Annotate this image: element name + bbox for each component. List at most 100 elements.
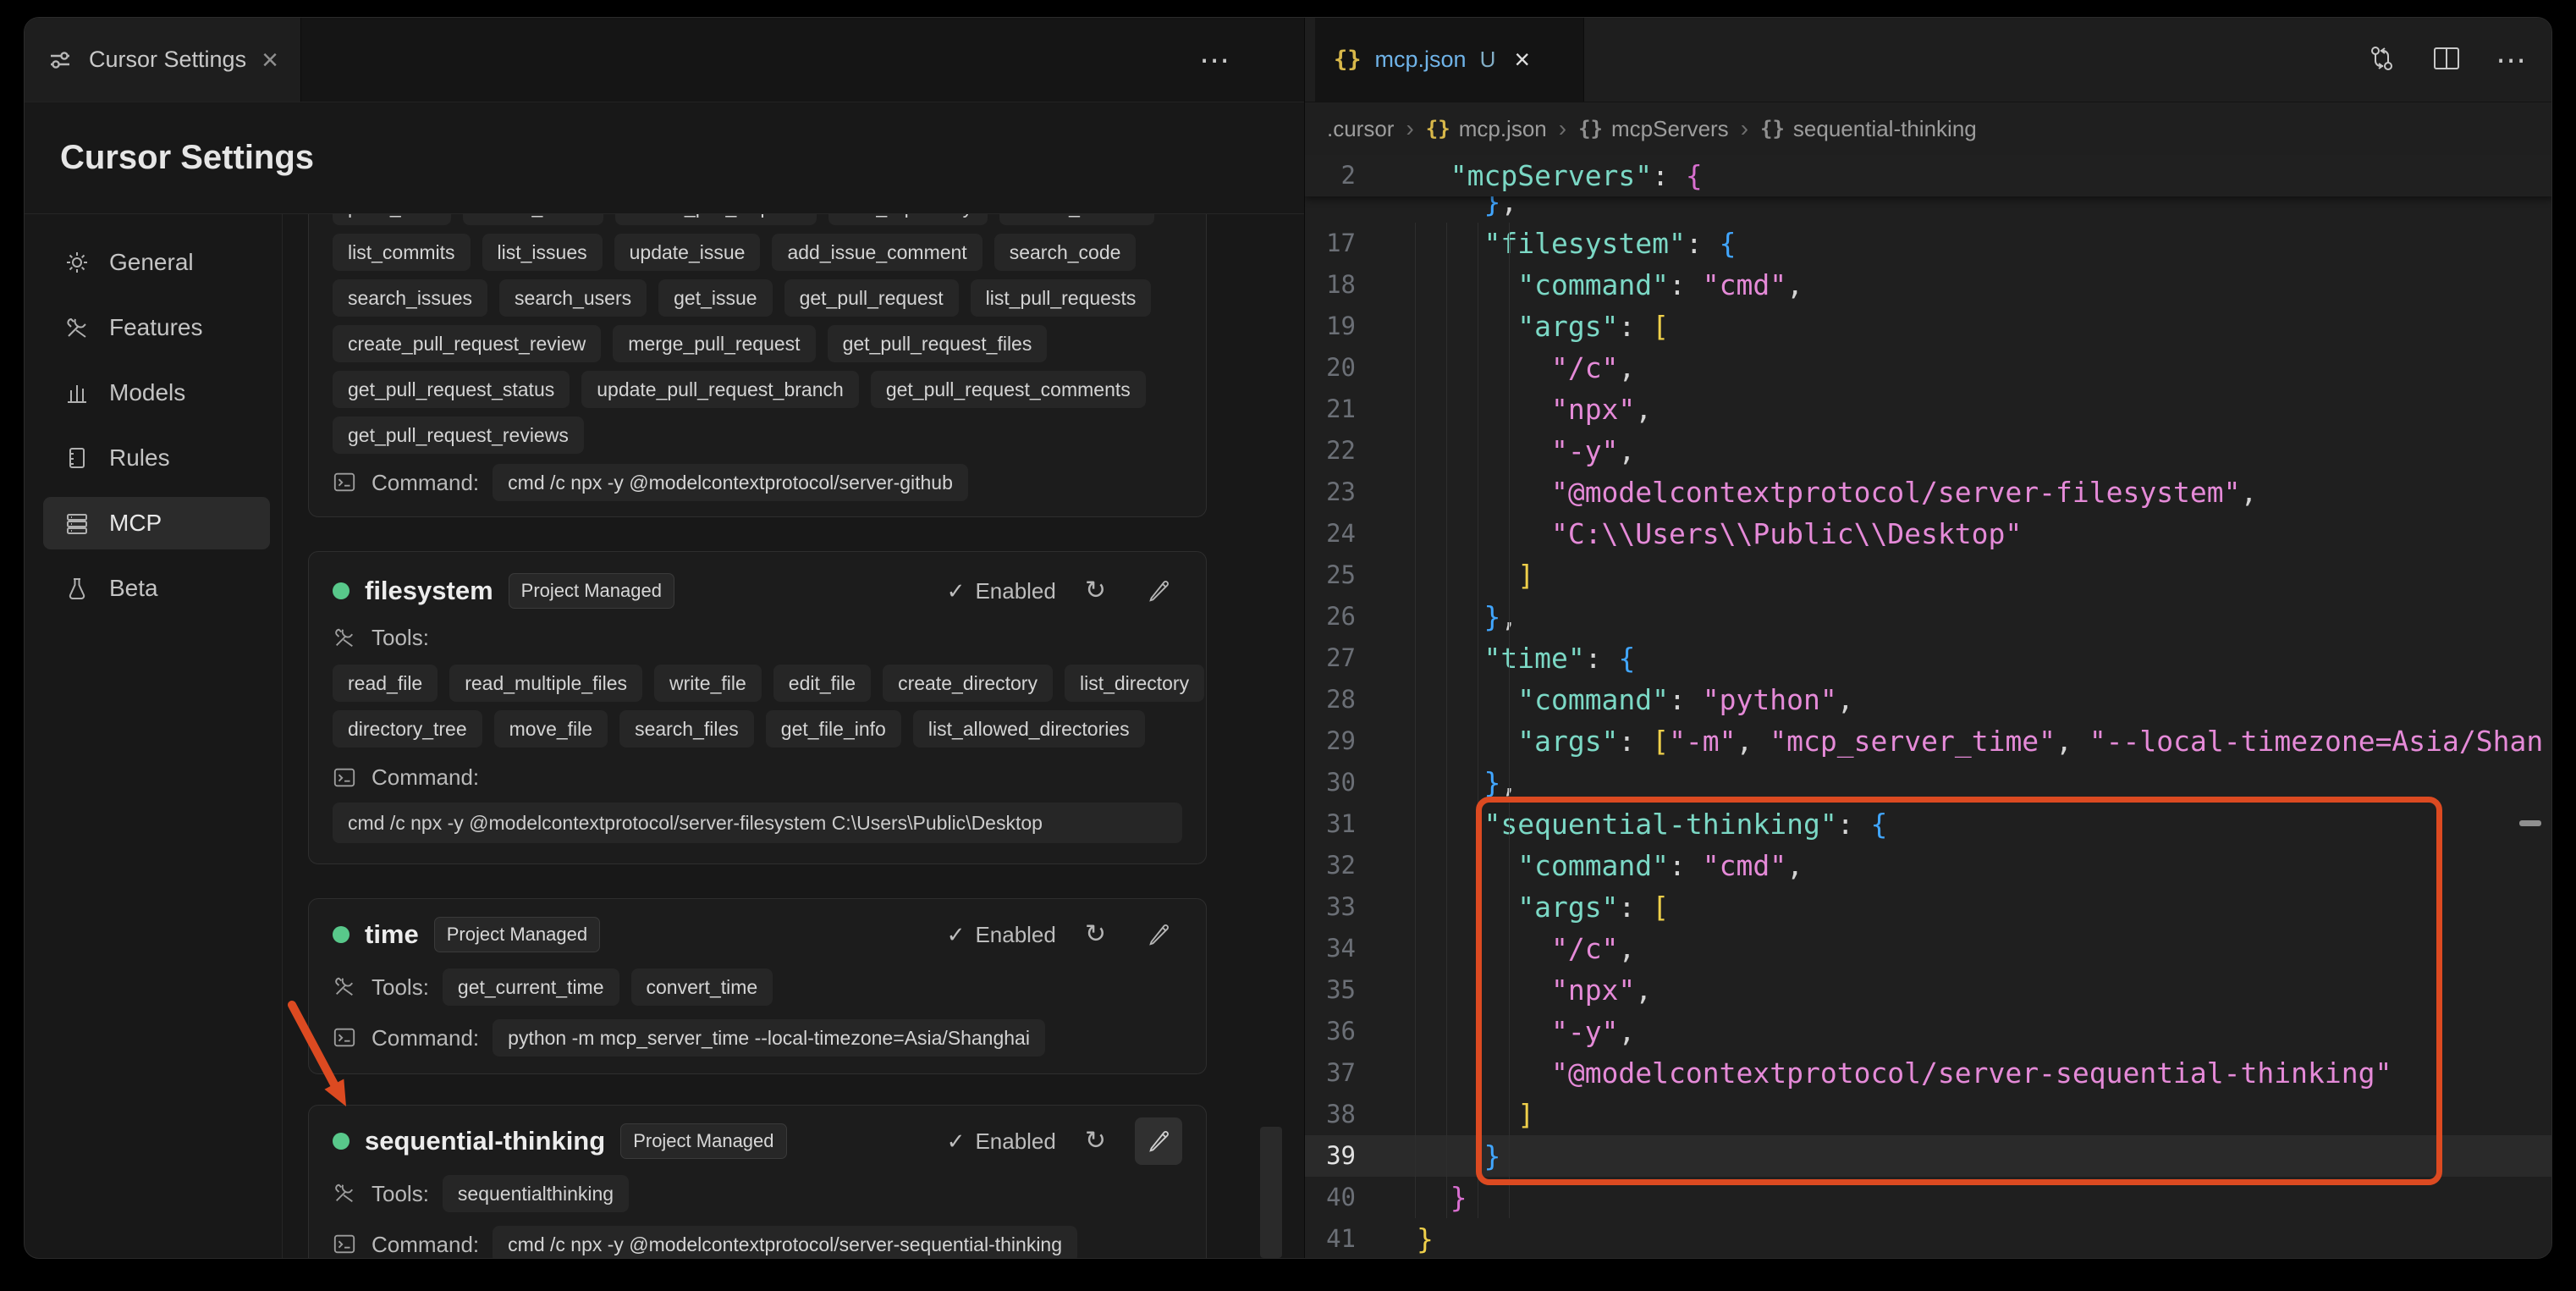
tool-chip[interactable]: convert_time — [631, 968, 773, 1006]
line-number[interactable]: 36 — [1305, 1011, 1356, 1052]
tool-chip[interactable]: get_pull_request_comments — [871, 371, 1146, 408]
line-number[interactable]: 37 — [1305, 1052, 1356, 1094]
code-line[interactable]: 40 } — [1305, 1177, 2552, 1218]
tool-chip[interactable]: get_pull_request_status — [333, 371, 570, 408]
code-editor[interactable]: 2 "mcpServers": { },17 "filesystem": {18… — [1305, 155, 2552, 1259]
tool-chip[interactable]: update_issue — [614, 234, 761, 271]
editor-more-actions-icon[interactable]: ⋯ — [2496, 43, 2528, 78]
tool-chip[interactable]: write_file — [654, 665, 762, 702]
code-line[interactable]: 17 "filesystem": { — [1305, 223, 2552, 264]
line-number[interactable]: 35 — [1305, 969, 1356, 1011]
line-number[interactable]: 23 — [1305, 472, 1356, 513]
close-tab-icon[interactable]: × — [1514, 44, 1530, 75]
code-line[interactable]: 34 "/c", — [1305, 928, 2552, 969]
line-number[interactable]: 40 — [1305, 1177, 1356, 1218]
tool-chip[interactable]: directory_tree — [333, 710, 482, 748]
command-value[interactable]: cmd /c npx -y @modelcontextprotocol/serv… — [493, 1226, 1077, 1259]
tool-chip[interactable]: create_branch — [999, 214, 1154, 225]
line-number[interactable]: 30 — [1305, 762, 1356, 803]
line-number[interactable]: 17 — [1305, 223, 1356, 264]
breadcrumb-item[interactable]: {}mcpServers — [1578, 116, 1729, 142]
enabled-toggle[interactable]: ✓Enabled — [947, 922, 1056, 948]
tool-chip[interactable]: get_current_time — [443, 968, 619, 1006]
tool-chip[interactable]: merge_pull_request — [613, 325, 815, 362]
code-line[interactable]: 33 "args": [ — [1305, 886, 2552, 928]
line-number[interactable]: 20 — [1305, 347, 1356, 389]
code-line[interactable]: 25 ] — [1305, 554, 2552, 596]
tool-chip[interactable]: list_allowed_directories — [913, 710, 1145, 748]
code-line[interactable]: 41} — [1305, 1218, 2552, 1259]
code-line[interactable]: 30 }, — [1305, 762, 2552, 803]
line-number[interactable]: 28 — [1305, 679, 1356, 720]
line-number[interactable]: 33 — [1305, 886, 1356, 928]
code-line[interactable]: 26 }, — [1305, 596, 2552, 637]
line-number[interactable] — [1305, 196, 1356, 223]
tool-chip[interactable]: search_users — [499, 279, 647, 317]
tool-chip[interactable]: get_pull_request_files — [828, 325, 1048, 362]
tool-chip[interactable]: get_file_info — [766, 710, 901, 748]
sticky-scroll-line[interactable]: 2 "mcpServers": { — [1305, 155, 2552, 196]
tool-chip[interactable]: create_issue — [463, 214, 603, 225]
tool-chip[interactable]: get_issue — [658, 279, 772, 317]
line-number[interactable]: 29 — [1305, 720, 1356, 762]
refresh-icon[interactable]: ↻ — [1085, 922, 1106, 947]
more-actions-icon[interactable]: ⋯ — [1199, 18, 1231, 102]
tool-chip[interactable]: list_pull_requests — [971, 279, 1152, 317]
tab-mcp-json[interactable]: {} mcp.json U × — [1315, 18, 1584, 102]
code-line[interactable]: 37 "@modelcontextprotocol/server-sequent… — [1305, 1052, 2552, 1094]
tool-chip[interactable]: list_commits — [333, 234, 471, 271]
tool-chip[interactable]: add_issue_comment — [772, 234, 982, 271]
tool-chip[interactable]: sequentialthinking — [443, 1175, 629, 1212]
line-number[interactable]: 21 — [1305, 389, 1356, 430]
enabled-toggle[interactable]: ✓Enabled — [947, 1128, 1056, 1155]
sidebar-item-general[interactable]: General — [43, 236, 270, 289]
breadcrumb-item[interactable]: {}mcp.json — [1426, 116, 1547, 142]
tool-chip[interactable]: push_files — [333, 214, 451, 225]
tool-chip[interactable]: create_pull_request_review — [333, 325, 601, 362]
line-number[interactable]: 41 — [1305, 1218, 1356, 1259]
code-line[interactable]: 24 "C:\\Users\\Public\\Desktop" — [1305, 513, 2552, 554]
settings-scrollbar[interactable] — [1260, 1127, 1282, 1258]
line-number[interactable]: 34 — [1305, 928, 1356, 969]
code-line[interactable]: 32 "command": "cmd", — [1305, 845, 2552, 886]
enabled-toggle[interactable]: ✓Enabled — [947, 578, 1056, 604]
refresh-icon[interactable]: ↻ — [1085, 1128, 1106, 1154]
line-number[interactable]: 27 — [1305, 637, 1356, 679]
sidebar-item-models[interactable]: Models — [43, 367, 270, 419]
command-value[interactable]: cmd /c npx -y @modelcontextprotocol/serv… — [333, 803, 1182, 843]
tool-chip[interactable]: get_pull_request — [784, 279, 959, 317]
code-line[interactable]: 38 ] — [1305, 1094, 2552, 1135]
code-line[interactable]: 2 "mcpServers": { — [1305, 155, 2552, 196]
code-line[interactable]: 29 "args": ["-m", "mcp_server_time", "--… — [1305, 720, 2552, 762]
open-changes-icon[interactable] — [2365, 42, 2397, 79]
tool-chip[interactable]: move_file — [494, 710, 608, 748]
sidebar-item-beta[interactable]: Beta — [43, 562, 270, 615]
code-line[interactable]: 20 "/c", — [1305, 347, 2552, 389]
line-number[interactable]: 38 — [1305, 1094, 1356, 1135]
edit-pencil-icon[interactable] — [1135, 567, 1182, 615]
code-line[interactable]: 28 "command": "python", — [1305, 679, 2552, 720]
tab-cursor-settings[interactable]: Cursor Settings × — [25, 18, 301, 102]
close-tab-icon[interactable]: × — [261, 46, 278, 74]
tool-chip[interactable]: edit_file — [773, 665, 871, 702]
breadcrumb-item[interactable]: {}sequential-thinking — [1760, 116, 1977, 142]
tool-chip[interactable]: list_directory — [1065, 665, 1204, 702]
code-line[interactable]: 23 "@modelcontextprotocol/server-filesys… — [1305, 472, 2552, 513]
tool-chip[interactable]: search_files — [619, 710, 754, 748]
line-number[interactable]: 18 — [1305, 264, 1356, 306]
refresh-icon[interactable]: ↻ — [1085, 578, 1106, 604]
tool-chip[interactable]: get_pull_request_reviews — [333, 417, 584, 454]
line-number[interactable]: 19 — [1305, 306, 1356, 347]
line-number[interactable]: 32 — [1305, 845, 1356, 886]
split-editor-icon[interactable] — [2431, 43, 2462, 78]
breadcrumb-item[interactable]: .cursor — [1327, 116, 1394, 142]
line-number[interactable]: 2 — [1305, 155, 1356, 196]
code-line[interactable]: 21 "npx", — [1305, 389, 2552, 430]
sidebar-item-rules[interactable]: Rules — [43, 432, 270, 484]
tool-chip[interactable]: fork_repository — [828, 214, 988, 225]
code-line[interactable]: 35 "npx", — [1305, 969, 2552, 1011]
tool-chip[interactable]: read_file — [333, 665, 438, 702]
tool-chip[interactable]: read_multiple_files — [449, 665, 642, 702]
sidebar-item-mcp[interactable]: MCP — [43, 497, 270, 549]
code-line[interactable]: 19 "args": [ — [1305, 306, 2552, 347]
